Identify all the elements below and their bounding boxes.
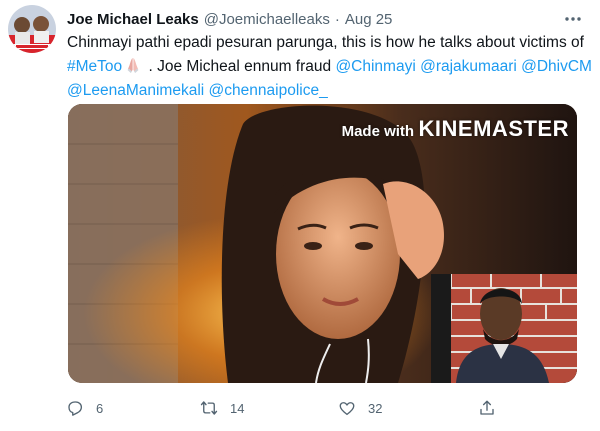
watermark-prefix: Made with [341,123,415,140]
reply-icon [68,401,83,416]
more-options-icon [565,17,581,21]
retweet-button[interactable]: 14 [200,395,244,421]
reply-count: 6 [96,400,104,416]
mention-link[interactable]: @chennaipolice_ [209,82,328,99]
tweet-date[interactable]: Aug 25 [345,11,393,28]
tweet-actions: 6 14 32 [66,395,506,421]
kinemaster-watermark: Made with KINEMASTER [342,116,569,142]
mention-link[interactable]: @Chinmayi [335,58,415,75]
mention-link[interactable]: @rajakumaari [420,58,517,75]
mention-link[interactable]: @LeenaManimekali [67,82,204,99]
video-inset-image [431,274,577,383]
share-button[interactable] [478,395,496,421]
retweet-count: 14 [230,400,245,416]
separator-dot: · [334,10,340,28]
mention-link[interactable]: @DhivCM [521,58,592,75]
tweet-card[interactable]: Joe Michael Leaks @Joemichaelleaks · Aug… [0,0,600,431]
tweet-text-line3: @LeenaManimekali @chennaipolice_ [67,79,592,103]
like-icon [339,402,355,416]
author-handle[interactable]: @Joemichaelleaks [204,11,330,28]
hashtag-link[interactable]: #MeToo [67,58,122,75]
like-button[interactable]: 32 [338,395,382,421]
more-options-button[interactable] [560,6,586,32]
retweet-icon [200,401,218,415]
share-icon [480,400,494,415]
tweet-text-after-hashtag: . Joe Micheal ennum fraud [144,58,336,75]
avatar[interactable] [8,5,56,53]
watermark-brand: KINEMASTER [418,116,569,141]
folded-hands-emoji-icon [127,58,139,73]
tweet-text: Chinmayi pathi epadi pesuran parunga, th… [67,31,592,103]
tweet-text-line2: #MeToo . Joe Micheal ennum fraud @Chinma… [67,55,592,79]
tweet-text-line1: Chinmayi pathi epadi pesuran parunga, th… [67,34,584,51]
reply-button[interactable]: 6 [66,395,103,421]
tweet-header: Joe Michael Leaks @Joemichaelleaks · Aug… [67,8,560,30]
tweet-video[interactable]: Made with KINEMASTER [68,104,577,383]
like-count: 32 [368,400,383,416]
author-name[interactable]: Joe Michael Leaks [67,11,199,28]
